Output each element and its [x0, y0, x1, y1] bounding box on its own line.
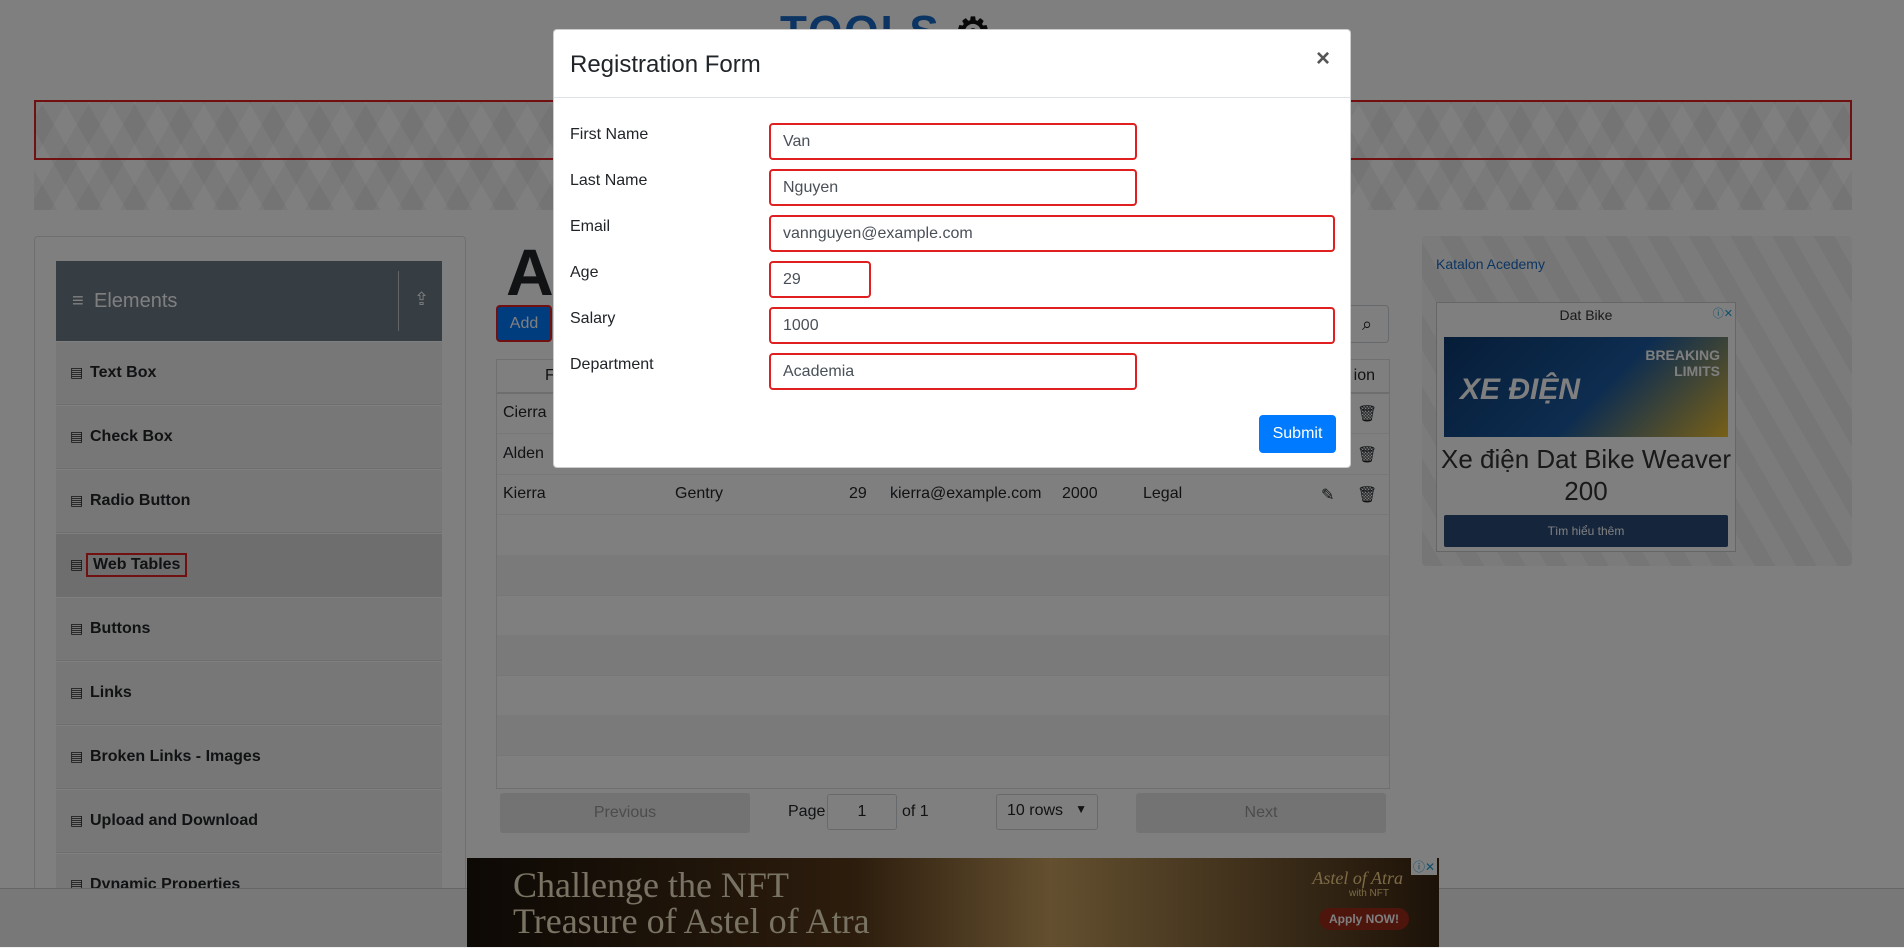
submit-button[interactable]: Submit	[1259, 415, 1336, 453]
modal-header: Registration Form ×	[554, 30, 1350, 98]
first-name-field[interactable]	[769, 123, 1137, 160]
department-field[interactable]	[769, 353, 1137, 390]
age-label: Age	[570, 264, 599, 281]
email-field[interactable]	[769, 215, 1335, 252]
salary-label: Salary	[570, 310, 616, 327]
modal-title: Registration Form	[570, 51, 761, 78]
last-name-field[interactable]	[769, 169, 1137, 206]
registration-form-modal: Registration Form × First Name Last Name…	[553, 29, 1351, 468]
department-label: Department	[570, 356, 654, 373]
salary-field[interactable]	[769, 307, 1335, 344]
email-label: Email	[570, 218, 611, 235]
age-field[interactable]	[769, 261, 871, 298]
last-name-label: Last Name	[570, 172, 648, 189]
close-icon[interactable]: ×	[1310, 46, 1336, 72]
first-name-label: First Name	[570, 126, 649, 143]
